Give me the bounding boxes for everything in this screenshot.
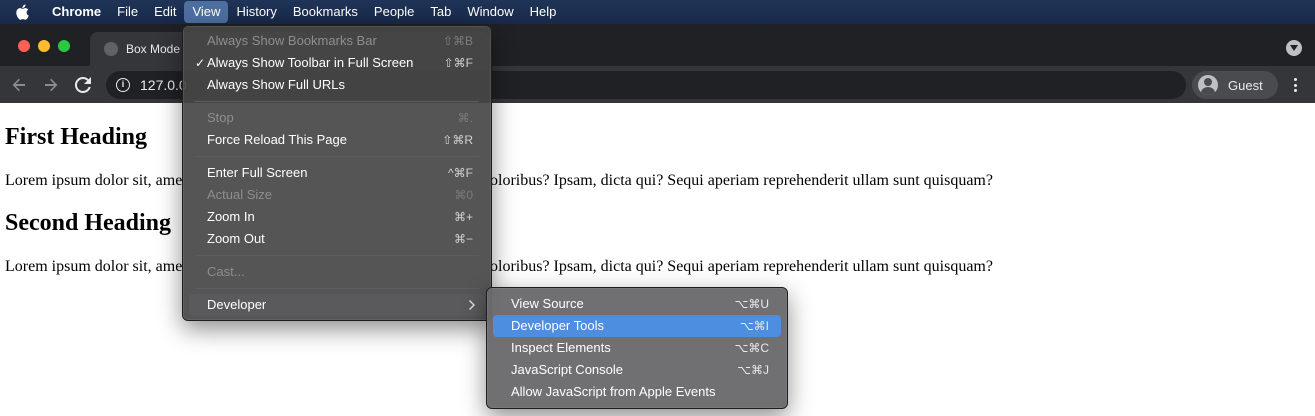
- menubar-file[interactable]: File: [109, 1, 146, 23]
- paragraph-1-right: oloribus? Ipsam, dicta qui? Sequi aperia…: [490, 172, 993, 189]
- menu-item-zoom-out[interactable]: Zoom Out ⌘−: [189, 228, 485, 250]
- shortcut-label: ⇧⌘F: [443, 56, 473, 70]
- menu-item-allow-javascript-apple-events[interactable]: Allow JavaScript from Apple Events: [493, 381, 781, 403]
- menu-item-always-show-toolbar-full-screen[interactable]: ✓ Always Show Toolbar in Full Screen ⇧⌘F: [189, 52, 485, 74]
- menu-separator: [195, 101, 479, 102]
- menubar-window[interactable]: Window: [459, 1, 521, 23]
- tab-title: Box Mode: [126, 42, 181, 56]
- profile-label: Guest: [1228, 77, 1263, 93]
- menubar-help[interactable]: Help: [522, 1, 565, 23]
- menu-separator: [195, 156, 479, 157]
- menu-separator: [195, 255, 479, 256]
- fullscreen-window-button[interactable]: [58, 40, 70, 52]
- guest-avatar-icon: [1198, 75, 1218, 95]
- menubar-edit[interactable]: Edit: [146, 1, 184, 23]
- menu-item-javascript-console[interactable]: JavaScript Console ⌥⌘J: [493, 359, 781, 381]
- minimize-window-button[interactable]: [38, 40, 50, 52]
- shortcut-label: ⌥⌘I: [739, 319, 769, 333]
- menu-item-stop: Stop ⌘.: [189, 107, 485, 129]
- address-bar-url: 127.0.0: [140, 77, 187, 93]
- close-window-button[interactable]: [18, 40, 30, 52]
- menubar-history[interactable]: History: [228, 1, 284, 23]
- shortcut-label: ⌥⌘U: [734, 297, 770, 311]
- menu-item-actual-size: Actual Size ⌘0: [189, 184, 485, 206]
- shortcut-label: ⌥⌘J: [737, 363, 769, 377]
- menu-item-always-show-full-urls[interactable]: Always Show Full URLs: [189, 74, 485, 96]
- menu-item-always-show-bookmarks-bar: Always Show Bookmarks Bar ⇧⌘B: [189, 30, 485, 52]
- menubar-view[interactable]: View: [184, 1, 229, 23]
- first-heading: First Heading: [5, 124, 147, 150]
- macos-menu-bar: Chrome File Edit View History Bookmarks …: [0, 0, 1315, 24]
- shortcut-label: ⌘−: [453, 232, 473, 246]
- tab-search-icon[interactable]: [1286, 40, 1302, 56]
- menu-item-developer-tools[interactable]: Developer Tools ⌥⌘I: [493, 315, 781, 337]
- menubar-app-name[interactable]: Chrome: [44, 1, 109, 23]
- view-menu: Always Show Bookmarks Bar ⇧⌘B ✓ Always S…: [182, 25, 492, 321]
- shortcut-label: ⇧⌘R: [442, 133, 473, 147]
- menu-item-inspect-elements[interactable]: Inspect Elements ⌥⌘C: [493, 337, 781, 359]
- shortcut-label: ⌘.: [457, 111, 473, 125]
- forward-arrow-icon[interactable]: [40, 74, 62, 96]
- menu-item-view-source[interactable]: View Source ⌥⌘U: [493, 293, 781, 315]
- shortcut-label: ⌥⌘C: [734, 341, 770, 355]
- menu-separator: [195, 288, 479, 289]
- apple-icon[interactable]: [0, 0, 44, 24]
- paragraph-1-left: Lorem ipsum dolor sit, ame: [5, 172, 183, 189]
- menu-item-enter-full-screen[interactable]: Enter Full Screen ^⌘F: [189, 162, 485, 184]
- back-arrow-icon[interactable]: [8, 74, 30, 96]
- paragraph-2-right: oloribus? Ipsam, dicta qui? Sequi aperia…: [490, 258, 993, 275]
- shortcut-label: ^⌘F: [448, 166, 473, 180]
- more-vert-icon[interactable]: [1287, 76, 1303, 94]
- shortcut-label: ⌘0: [454, 188, 473, 202]
- menubar-bookmarks[interactable]: Bookmarks: [285, 1, 366, 23]
- developer-submenu: View Source ⌥⌘U Developer Tools ⌥⌘I Insp…: [486, 287, 788, 409]
- menubar-tab[interactable]: Tab: [422, 1, 459, 23]
- menu-item-force-reload[interactable]: Force Reload This Page ⇧⌘R: [189, 129, 485, 151]
- second-heading: Second Heading: [5, 210, 172, 236]
- menu-item-developer[interactable]: Developer: [189, 294, 485, 316]
- menu-item-cast: Cast...: [207, 264, 245, 279]
- shortcut-label: ⌘+: [453, 210, 473, 224]
- menubar-people[interactable]: People: [366, 1, 422, 23]
- reload-icon[interactable]: [72, 74, 94, 96]
- profile-button[interactable]: Guest: [1192, 71, 1278, 99]
- paragraph-2-left: Lorem ipsum dolor sit, ame: [5, 258, 183, 275]
- checkmark-icon: ✓: [195, 56, 206, 70]
- info-icon[interactable]: i: [116, 78, 130, 92]
- shortcut-label: ⇧⌘B: [442, 34, 473, 48]
- chevron-right-icon: [469, 300, 475, 310]
- menu-item-zoom-in[interactable]: Zoom In ⌘+: [189, 206, 485, 228]
- globe-icon: [104, 42, 118, 56]
